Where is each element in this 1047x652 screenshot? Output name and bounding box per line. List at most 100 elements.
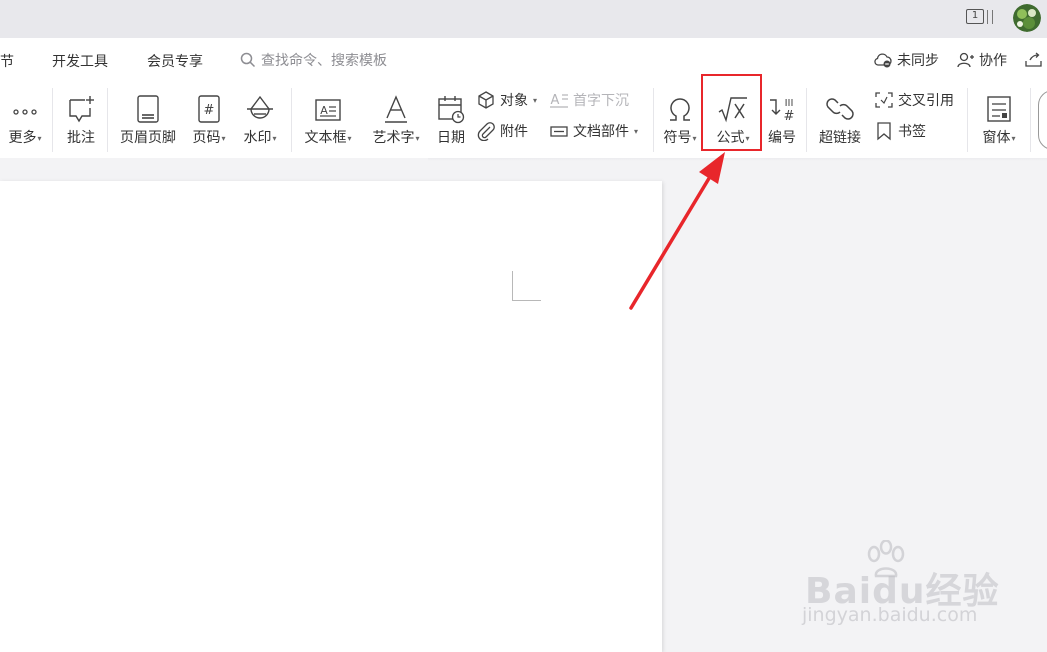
- chevron-down-icon: ▾: [1011, 133, 1016, 143]
- comment-label: 批注: [67, 130, 95, 146]
- form-button[interactable]: 窗体▾: [975, 82, 1023, 158]
- attachment-button[interactable]: 附件: [476, 120, 528, 142]
- svg-text:A: A: [320, 104, 328, 117]
- wordart-icon: [385, 95, 407, 123]
- comment-button[interactable]: 批注: [60, 82, 102, 158]
- watermark-icon: [247, 95, 273, 119]
- more-label: 更多: [8, 130, 37, 146]
- share-button[interactable]: [1024, 50, 1044, 70]
- textbox-label: 文本框: [304, 130, 347, 146]
- hyperlink-label: 超链接: [819, 130, 861, 146]
- doc-parts-icon: [550, 126, 568, 137]
- chevron-down-icon: ▾: [634, 126, 639, 136]
- page-number-label: 页码: [192, 130, 221, 146]
- menu-item-developer-tools[interactable]: 开发工具: [52, 51, 108, 71]
- numbering-icon: III#: [770, 98, 795, 124]
- form-label: 窗体: [982, 130, 1011, 146]
- more-button[interactable]: 更多▾: [4, 82, 46, 158]
- sync-label: 未同步: [897, 53, 939, 69]
- numbering-button[interactable]: III # 编号: [764, 82, 800, 158]
- chevron-down-icon: ▾: [692, 133, 697, 143]
- cross-reference-button[interactable]: 交叉引用: [874, 89, 954, 111]
- chevron-down-icon: ▾: [533, 95, 538, 105]
- date-label: 日期: [437, 130, 465, 146]
- textbox-button[interactable]: A 文本框▾: [299, 82, 357, 158]
- header-footer-button[interactable]: 页眉页脚: [116, 82, 180, 158]
- formula-highlight-box: [701, 74, 762, 151]
- date-button[interactable]: 日期: [432, 82, 470, 158]
- header-footer-icon: [137, 95, 159, 123]
- toolbar-divider: [1030, 88, 1031, 152]
- drop-cap-label: 首字下沉: [573, 93, 629, 109]
- paperclip-icon: [477, 122, 495, 141]
- form-icon: [987, 96, 1011, 122]
- bookmark-label: 书签: [898, 124, 926, 140]
- symbol-button[interactable]: 符号▾: [660, 82, 700, 158]
- doc-parts-label: 文档部件: [573, 124, 629, 140]
- drop-cap-button[interactable]: A 首字下沉: [549, 89, 629, 111]
- search-placeholder: 查找命令、搜索模板: [261, 53, 387, 69]
- menu-bar: 章节 开发工具 会员专享 查找命令、搜索模板 未同步 协作: [0, 38, 1047, 82]
- more-dots-icon: [13, 109, 37, 115]
- margin-corner-mark: [512, 271, 541, 301]
- sync-status[interactable]: 未同步: [873, 50, 939, 70]
- calendar-icon: [438, 96, 465, 124]
- watermark-url: jingyan.baidu.com: [802, 604, 978, 626]
- svg-text:A: A: [551, 93, 560, 108]
- cross-reference-label: 交叉引用: [898, 93, 954, 109]
- bookmark-icon: [877, 122, 891, 141]
- insert-toolbar: 更多▾ 批注 页眉页脚 # 页码▾ 水印▾ A 文本框▾ 艺术字▾ 日期 对象 ▾: [0, 82, 1047, 158]
- hyperlink-button[interactable]: 超链接: [815, 82, 865, 158]
- doc-parts-button[interactable]: 文档部件 ▾: [549, 120, 638, 142]
- numbering-label: 编号: [768, 130, 796, 146]
- share-icon: [1025, 52, 1042, 67]
- chevron-down-icon: ▾: [415, 133, 420, 143]
- attachment-label: 附件: [500, 124, 528, 140]
- toolbar-divider: [291, 88, 292, 152]
- comment-icon: [69, 96, 94, 123]
- menu-item-section[interactable]: 章节: [0, 51, 14, 71]
- document-page[interactable]: [0, 181, 662, 652]
- avatar[interactable]: [1013, 4, 1041, 32]
- cloud-sync-icon: [874, 53, 892, 68]
- object-button[interactable]: 对象 ▾: [476, 89, 537, 111]
- collab-label: 协作: [979, 53, 1007, 69]
- watermark-button[interactable]: 水印▾: [237, 82, 283, 158]
- toolbar-divider: [653, 88, 654, 152]
- title-bar: 1: [0, 0, 1047, 38]
- menu-item-member[interactable]: 会员专享: [147, 51, 203, 71]
- page-number-icon: #: [198, 95, 220, 123]
- bookmark-button[interactable]: 书签: [874, 120, 926, 142]
- cube-icon: [478, 91, 494, 109]
- page-count-badge[interactable]: 1: [966, 9, 984, 24]
- svg-text:III: III: [785, 98, 794, 109]
- object-label: 对象: [500, 93, 528, 109]
- wordart-label: 艺术字: [372, 130, 415, 146]
- chevron-down-icon: ▾: [221, 133, 226, 143]
- toolbar-divider: [967, 88, 968, 152]
- drop-cap-icon: A: [550, 93, 568, 108]
- chevron-down-icon: ▾: [37, 133, 42, 143]
- chevron-down-icon: ▾: [347, 133, 352, 143]
- page-number-button[interactable]: # 页码▾: [186, 82, 232, 158]
- chevron-down-icon: ▾: [272, 133, 277, 143]
- textbox-icon: A: [315, 99, 341, 121]
- user-add-icon: [957, 52, 974, 68]
- collaborate-button[interactable]: 协作: [957, 50, 1007, 70]
- link-icon: [826, 98, 854, 120]
- page-view-icon[interactable]: [987, 10, 993, 24]
- search-icon: [240, 52, 256, 68]
- cross-reference-icon: [875, 92, 893, 108]
- svg-text:#: #: [784, 109, 795, 124]
- toolbar-divider: [52, 88, 53, 152]
- wordart-button[interactable]: 艺术字▾: [366, 82, 426, 158]
- symbol-label: 符号: [663, 130, 692, 146]
- omega-icon: [670, 98, 690, 121]
- watermark-label: 水印: [243, 130, 272, 146]
- toolbar-scroll-icon[interactable]: [1038, 90, 1047, 150]
- toolbar-divider: [806, 88, 807, 152]
- command-search[interactable]: 查找命令、搜索模板: [240, 50, 387, 70]
- header-footer-label: 页眉页脚: [120, 130, 176, 146]
- svg-text:#: #: [204, 103, 215, 118]
- baidu-watermark: Baidu经验 jingyan.baidu.com: [800, 540, 1000, 640]
